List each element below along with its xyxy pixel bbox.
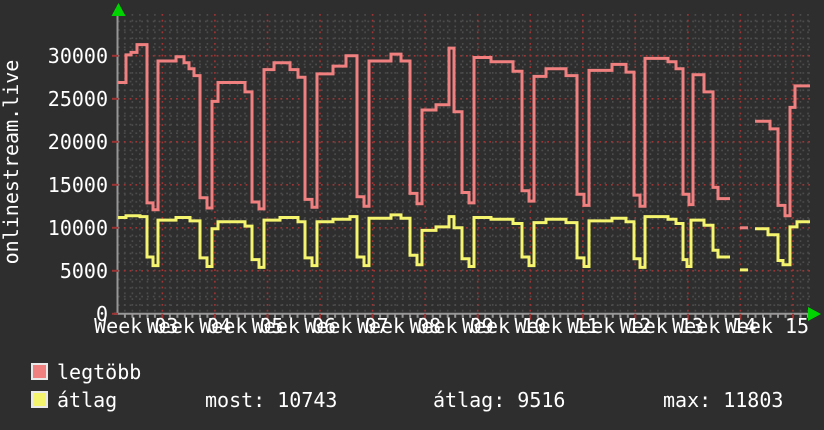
legend-label-legtobb: legtöbb <box>57 360 142 384</box>
stat-max: max: 11803 <box>663 388 784 412</box>
grid-minor <box>118 14 810 314</box>
rrdtool-graph: onlinestream.live 30000 25000 20000 15000 10… <box>0 0 824 430</box>
legend-label-atlag: átlag <box>57 388 118 412</box>
y-tick-label: 20000 <box>47 130 108 154</box>
y-tick-label: 30000 <box>47 44 108 68</box>
series-line-legtobb <box>118 43 730 212</box>
series-line-atlag <box>118 213 730 269</box>
y-tick-label: 10000 <box>47 216 108 240</box>
y-axis-title: onlinestream.live <box>0 59 23 265</box>
stat-most: most: 10743 <box>205 388 338 412</box>
y-tick-label: 5000 <box>59 259 108 283</box>
legend-swatch-legtobb <box>31 363 48 380</box>
axis-arrows <box>111 3 821 321</box>
legend-swatch-atlag <box>31 391 48 408</box>
grid-major <box>118 14 810 315</box>
stat-atlag: átlag: 9516 <box>433 388 566 412</box>
y-axis-arrow-icon <box>111 3 126 16</box>
y-tick-label: 25000 <box>47 87 108 111</box>
y-tick-label: 15000 <box>47 173 108 197</box>
x-tick-label: Week 15 <box>724 314 810 338</box>
